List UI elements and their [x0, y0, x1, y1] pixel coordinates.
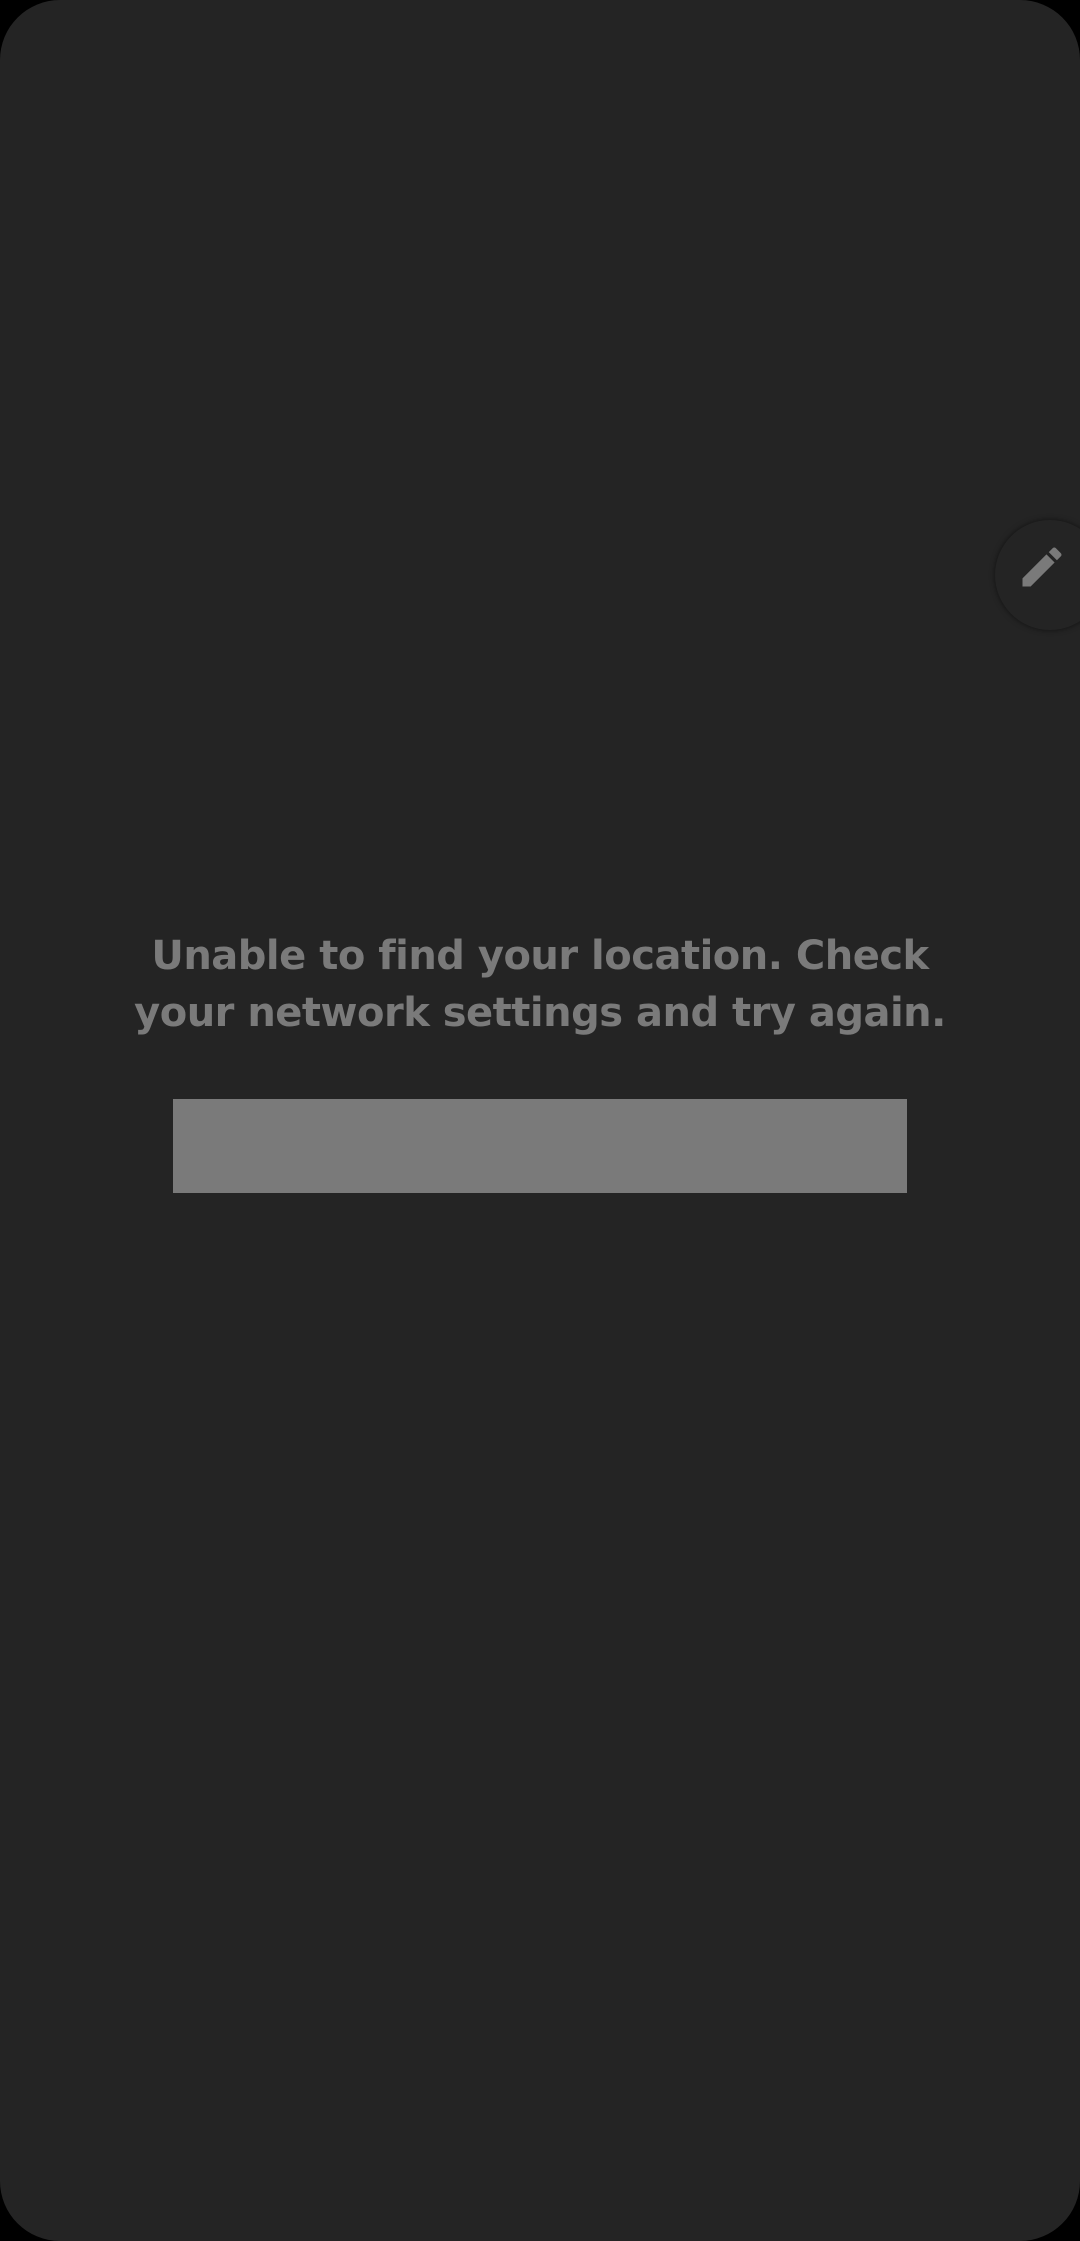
retry-button[interactable]: [173, 1099, 907, 1193]
edit-button[interactable]: [995, 520, 1080, 630]
screen: Unable to find your location. Check your…: [0, 0, 1080, 2241]
error-message: Unable to find your location. Check your…: [134, 933, 946, 1036]
pencil-icon: [1022, 547, 1062, 587]
